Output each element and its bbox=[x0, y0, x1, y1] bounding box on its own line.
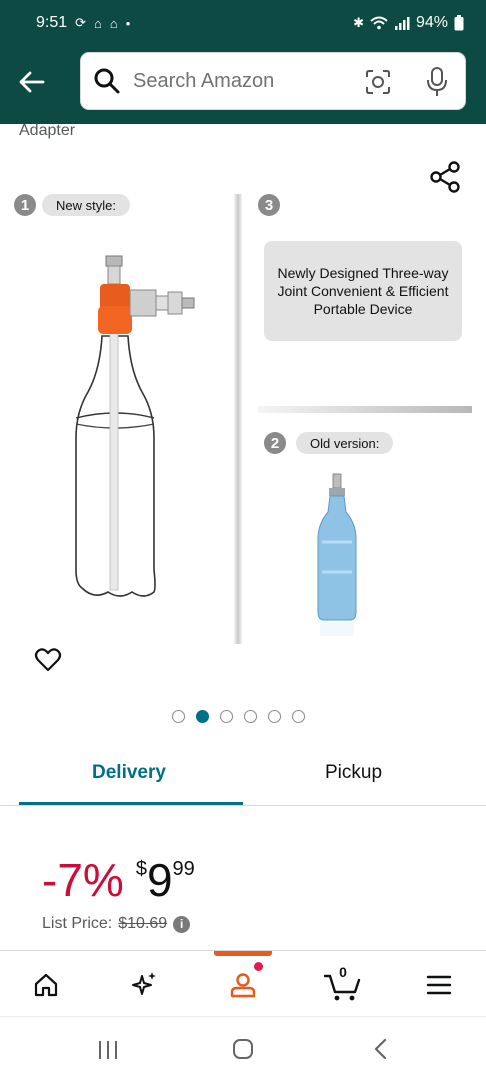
carousel-dot[interactable] bbox=[268, 710, 281, 723]
nav-account[interactable] bbox=[223, 965, 263, 1005]
carousel-indicator bbox=[172, 710, 305, 723]
active-tab-indicator bbox=[19, 802, 243, 805]
nav-menu[interactable] bbox=[419, 965, 459, 1005]
search-input[interactable]: Search Amazon bbox=[133, 70, 274, 93]
nav-home[interactable] bbox=[26, 965, 66, 1005]
dot-icon: • bbox=[125, 15, 131, 31]
price-block: -7% $ 9 99 bbox=[42, 848, 195, 910]
nav-ai-assistant[interactable] bbox=[124, 965, 164, 1005]
list-price-value: $10.69 bbox=[118, 915, 168, 932]
home-button[interactable] bbox=[231, 1037, 255, 1061]
camera-search-icon[interactable] bbox=[364, 68, 392, 96]
home-notification-icon: ⌂ bbox=[109, 15, 118, 31]
system-back-button[interactable] bbox=[370, 1037, 390, 1061]
fulfillment-tabs: Delivery Pickup bbox=[0, 748, 486, 806]
header: Search Amazon bbox=[0, 46, 486, 124]
list-price: List Price: $10.69 i bbox=[42, 915, 191, 933]
account-icon bbox=[230, 973, 256, 998]
product-title-fragment: Adapter bbox=[19, 122, 76, 139]
notification-dot bbox=[254, 962, 263, 971]
price-currency: $ bbox=[135, 858, 147, 880]
carousel-dot[interactable] bbox=[244, 710, 257, 723]
battery-icon bbox=[454, 15, 464, 31]
battery-percent: 94% bbox=[415, 14, 448, 31]
bluetooth-icon: ✱ bbox=[353, 15, 364, 30]
search-icon bbox=[94, 68, 120, 94]
step-number-badge: 2 bbox=[264, 432, 286, 454]
price-whole: 9 bbox=[146, 854, 173, 906]
tab-delivery[interactable]: Delivery bbox=[92, 762, 166, 784]
back-arrow-icon bbox=[19, 71, 45, 93]
carousel-dot[interactable] bbox=[292, 710, 305, 723]
search-bar[interactable]: Search Amazon bbox=[80, 52, 466, 110]
status-bar: 9:51 ⟳ ⌂ ⌂ • ✱ 94% bbox=[0, 0, 486, 46]
system-navigation-bar bbox=[0, 1016, 486, 1080]
home-notification-icon: ⌂ bbox=[94, 15, 102, 31]
nav-cart[interactable]: 0 bbox=[320, 964, 366, 1005]
cart-count: 0 bbox=[339, 964, 347, 980]
info-icon[interactable]: i bbox=[173, 915, 191, 933]
back-button[interactable] bbox=[14, 64, 50, 100]
price-fraction: 99 bbox=[172, 858, 195, 880]
old-bottle-photo bbox=[317, 473, 357, 636]
sync-icon: ⟳ bbox=[75, 15, 87, 30]
status-time: 9:51 bbox=[36, 14, 68, 31]
new-style-label: New style: bbox=[42, 194, 130, 216]
hamburger-menu-icon bbox=[426, 975, 452, 995]
wifi-icon bbox=[370, 16, 388, 30]
carousel-dot[interactable] bbox=[172, 710, 185, 723]
home-icon bbox=[34, 973, 58, 997]
nav-active-indicator bbox=[214, 951, 272, 956]
sparkle-icon bbox=[132, 972, 156, 995]
discount-percent: -7% bbox=[42, 854, 124, 906]
step-number-badge: 1 bbox=[14, 194, 36, 216]
microphone-icon[interactable] bbox=[424, 66, 450, 98]
list-price-label: List Price: bbox=[42, 915, 113, 932]
image-divider bbox=[234, 194, 242, 644]
carousel-dot-active[interactable] bbox=[196, 710, 209, 723]
step-number-badge: 3 bbox=[258, 194, 280, 216]
signal-icon bbox=[394, 17, 410, 30]
old-version-label: Old version: bbox=[296, 432, 394, 454]
product-image-gallery[interactable]: 1 New style: 3 Newly Designed Three-way … bbox=[0, 186, 486, 656]
adapter-bottle-illustration bbox=[75, 255, 195, 597]
bottom-nav: 0 bbox=[0, 950, 486, 1016]
tab-pickup[interactable]: Pickup bbox=[325, 762, 382, 784]
image-divider bbox=[258, 406, 472, 413]
recent-apps-button[interactable] bbox=[96, 1039, 120, 1061]
carousel-dot[interactable] bbox=[220, 710, 233, 723]
wishlist-heart-icon[interactable] bbox=[34, 646, 62, 674]
feature-callout: Newly Designed Three-way Joint Convenien… bbox=[264, 241, 462, 341]
